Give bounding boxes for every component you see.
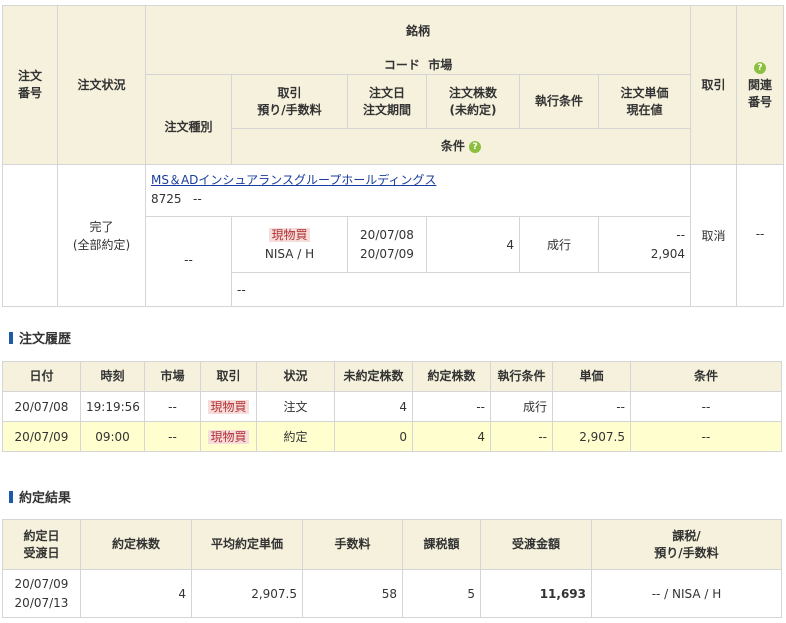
history-section-title: 注文履歴 xyxy=(9,328,71,347)
section-bar-icon xyxy=(9,332,13,344)
result-header: 受渡金額 xyxy=(480,519,592,570)
header-conditions: 条件 ? xyxy=(230,128,692,165)
history-status: 約定 xyxy=(256,421,335,452)
history-market: -- xyxy=(144,391,201,422)
history-extra: -- xyxy=(630,421,782,452)
result-avg-price: 2,907.5 xyxy=(191,569,303,618)
header-order-date: 注文日 注文期間 xyxy=(347,74,427,129)
related-cell: -- xyxy=(736,164,785,307)
header-order-no: 注文 番号 xyxy=(2,5,58,165)
history-trade: 現物買 xyxy=(200,421,257,452)
stock-code-market: 8725 -- xyxy=(151,192,202,206)
account-type: NISA / H xyxy=(264,246,315,261)
history-price: -- xyxy=(552,391,631,422)
table-row: 20/07/08 19:19:56 -- 現物買 注文 4 -- 成行 -- -… xyxy=(2,391,782,422)
stock-cell: MS＆ADインシュアランスグループホールディングス 8725 -- xyxy=(144,164,692,217)
header-cancel: 取引 xyxy=(690,5,738,165)
history-filled: 4 xyxy=(412,421,491,452)
cancel-link[interactable]: 取消 xyxy=(702,229,726,243)
history-title: 注文履歴 xyxy=(19,332,72,347)
trade-type-badge: 現物買 xyxy=(208,400,249,414)
result-amount: 11,693 xyxy=(480,569,592,618)
history-unfilled: 4 xyxy=(334,391,413,422)
history-time: 19:19:56 xyxy=(80,391,145,422)
history-status: 注文 xyxy=(256,391,335,422)
result-header: 課税額 xyxy=(402,519,481,570)
header-status: 注文状況 xyxy=(57,5,146,165)
trade-type-badge: 現物買 xyxy=(269,227,310,242)
history-extra: -- xyxy=(630,391,782,422)
unit-price-cell: -- 2,904 xyxy=(597,216,692,273)
result-header: 平均約定単価 xyxy=(191,519,303,570)
history-market: -- xyxy=(144,421,201,452)
history-header: 未約定株数 xyxy=(334,361,413,392)
history-date: 20/07/09 xyxy=(2,421,81,452)
trade-type-badge: 現物買 xyxy=(208,430,249,444)
history-date: 20/07/08 xyxy=(2,391,81,422)
history-header: 単価 xyxy=(552,361,631,392)
help-icon[interactable]: ? xyxy=(469,140,482,153)
conditions-cell: -- xyxy=(230,272,692,307)
order-no-cell xyxy=(2,164,58,307)
table-row: 20/07/09 20/07/13 4 2,907.5 58 5 11,693 … xyxy=(2,569,782,618)
result-dates: 20/07/09 20/07/13 xyxy=(2,569,81,618)
history-header: 状況 xyxy=(256,361,335,392)
order-type-cell: -- xyxy=(145,216,232,307)
header-qty: 注文株数 (未約定) xyxy=(426,74,520,129)
history-header: 市場 xyxy=(144,361,201,392)
header-brand-label: 銘柄 xyxy=(406,24,431,38)
history-header: 取引 xyxy=(200,361,257,392)
history-header: 日付 xyxy=(2,361,81,392)
order-date-cell: 20/07/08 20/07/09 xyxy=(347,216,427,273)
result-fee: 58 xyxy=(302,569,403,618)
history-trade: 現物買 xyxy=(200,391,257,422)
header-unit-price: 注文単価 現在値 xyxy=(597,74,692,129)
header-code-market: コード 市場 xyxy=(383,58,453,72)
result-header: 手数料 xyxy=(302,519,403,570)
history-time: 09:00 xyxy=(80,421,145,452)
order-status: 完了 (全部約定) xyxy=(57,164,146,307)
help-icon[interactable]: ? xyxy=(754,62,767,74)
result-title: 約定結果 xyxy=(19,491,72,506)
exec-cond-cell: 成行 xyxy=(519,216,599,273)
result-header: 約定株数 xyxy=(80,519,192,570)
result-table: 約定日 受渡日 約定株数 平均約定単価 手数料 課税額 受渡金額 課税/ 預り/… xyxy=(2,519,782,618)
table-row: 20/07/09 09:00 -- 現物買 約定 0 4 -- 2,907.5 … xyxy=(2,421,782,452)
qty-cell: 4 xyxy=(426,216,520,273)
result-header: 約定日 受渡日 xyxy=(2,519,81,570)
history-header: 約定株数 xyxy=(412,361,491,392)
history-header: 執行条件 xyxy=(490,361,553,392)
header-related: ? 関連 番号 xyxy=(736,5,785,165)
header-exec-cond: 執行条件 xyxy=(519,74,599,129)
result-qty: 4 xyxy=(80,569,192,618)
cancel-cell: 取消 xyxy=(690,164,738,307)
history-unfilled: 0 xyxy=(334,421,413,452)
result-tax: 5 xyxy=(402,569,481,618)
history-header: 条件 xyxy=(630,361,782,392)
stock-name-link[interactable]: MS＆ADインシュアランスグループホールディングス xyxy=(151,173,436,187)
header-brand: 銘柄 コード 市場 xyxy=(144,5,692,75)
section-bar-icon xyxy=(9,491,13,503)
history-header: 時刻 xyxy=(80,361,145,392)
header-trade: 取引 預り/手数料 xyxy=(231,74,348,129)
header-order-type: 注文種別 xyxy=(145,74,232,165)
history-cond: -- xyxy=(490,421,553,452)
trade-cell: 現物買 NISA / H xyxy=(231,216,348,273)
result-section-title: 約定結果 xyxy=(9,487,71,506)
history-filled: -- xyxy=(412,391,491,422)
result-account: -- / NISA / H xyxy=(591,569,782,618)
order-table: 注文 番号 注文状況 銘柄 コード 市場 取引 ? 関連 番号 注文種別 取引 … xyxy=(2,5,785,307)
history-price: 2,907.5 xyxy=(552,421,631,452)
header-related-label: 関連 番号 xyxy=(748,77,773,109)
header-conditions-label: 条件 xyxy=(440,139,465,153)
history-cond: 成行 xyxy=(490,391,553,422)
result-header: 課税/ 預り/手数料 xyxy=(591,519,782,570)
history-table: 日付 時刻 市場 取引 状況 未約定株数 約定株数 執行条件 単価 条件 20/… xyxy=(2,361,782,452)
